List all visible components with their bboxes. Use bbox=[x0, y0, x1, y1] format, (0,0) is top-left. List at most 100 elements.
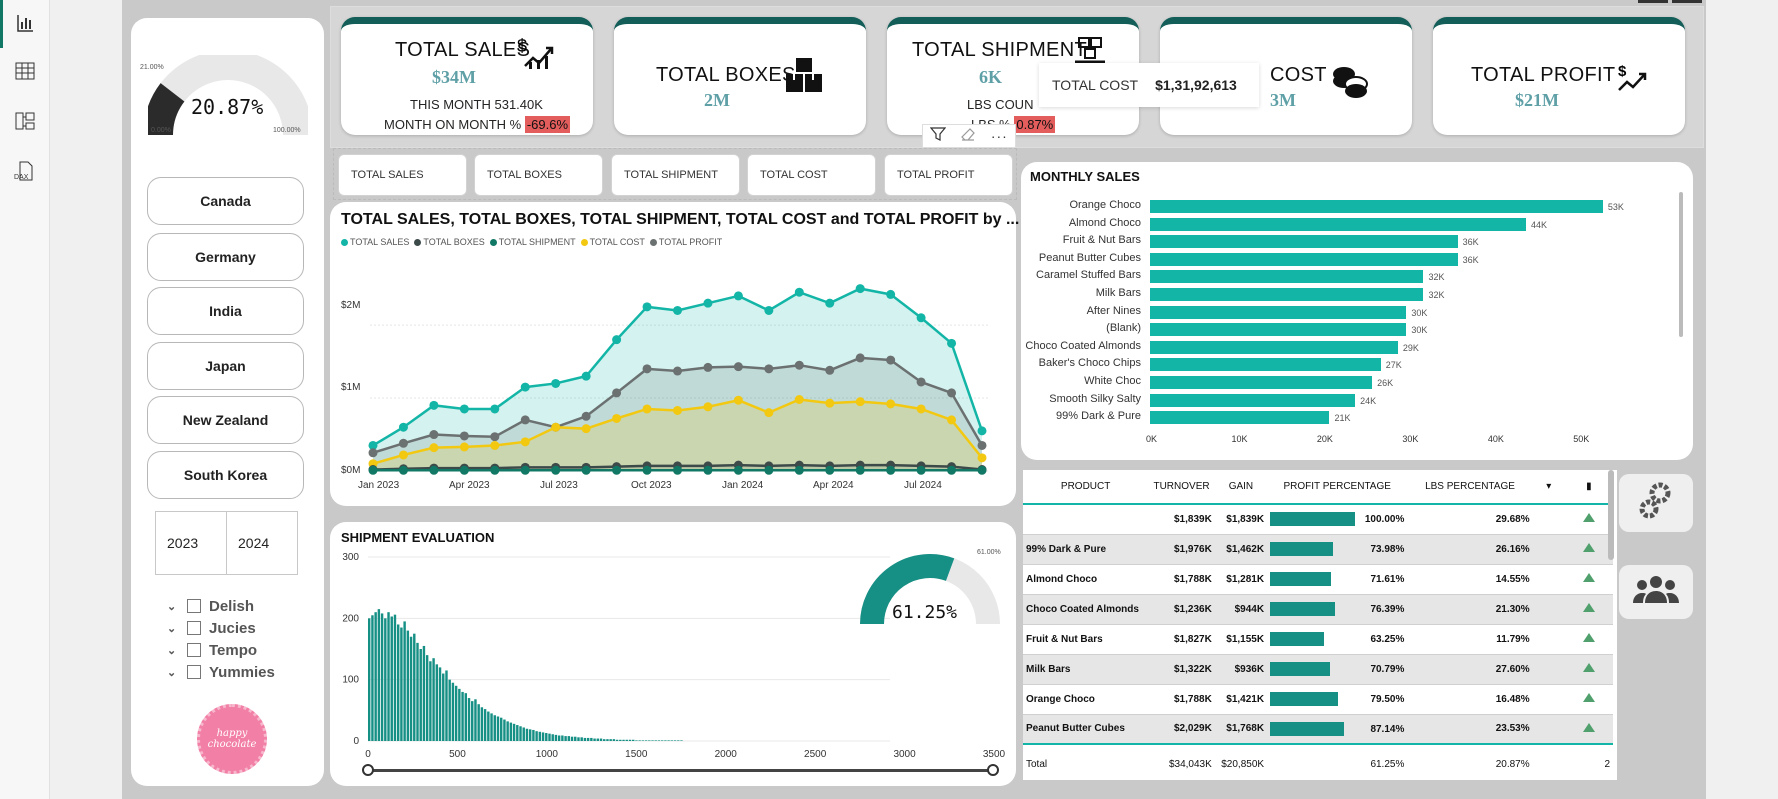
checkbox[interactable] bbox=[187, 621, 201, 635]
table-row[interactable]: Fruit & Nut Bars $1,827K $1,155K 63.25% 11.7… bbox=[1023, 624, 1613, 654]
histogram-bar[interactable] bbox=[593, 738, 596, 741]
histogram-bar[interactable] bbox=[425, 655, 429, 741]
country-button-germany[interactable]: Germany bbox=[147, 233, 304, 281]
histogram-bar[interactable] bbox=[586, 737, 590, 741]
histogram-bar[interactable] bbox=[509, 722, 513, 741]
data-point[interactable] bbox=[398, 422, 408, 432]
histogram-bar[interactable] bbox=[670, 740, 674, 741]
data-point[interactable] bbox=[368, 448, 378, 458]
data-point[interactable] bbox=[429, 443, 439, 453]
data-point[interactable] bbox=[855, 397, 865, 407]
histogram-bar[interactable] bbox=[506, 721, 509, 741]
histogram-bar[interactable] bbox=[567, 736, 571, 741]
data-point[interactable] bbox=[490, 404, 500, 414]
sales-bar[interactable] bbox=[1150, 376, 1373, 389]
data-point[interactable] bbox=[520, 465, 530, 475]
data-point[interactable] bbox=[673, 305, 682, 315]
data-point[interactable] bbox=[764, 465, 774, 475]
histogram-bar[interactable] bbox=[387, 612, 390, 741]
histogram-bar[interactable] bbox=[644, 740, 648, 741]
chevron-down-icon[interactable]: ⌄ bbox=[167, 644, 181, 657]
histogram-bar[interactable] bbox=[667, 740, 670, 741]
data-point[interactable] bbox=[794, 287, 804, 297]
histogram-bar[interactable] bbox=[599, 738, 603, 741]
histogram-bar[interactable] bbox=[368, 618, 371, 741]
histogram-bar[interactable] bbox=[416, 642, 419, 741]
dax-icon[interactable]: DAX bbox=[12, 158, 38, 184]
histogram-bar[interactable] bbox=[554, 734, 558, 741]
sales-bar[interactable] bbox=[1150, 252, 1458, 266]
histogram-bar[interactable] bbox=[377, 609, 381, 741]
histogram-bar[interactable] bbox=[403, 621, 406, 741]
col-turnover[interactable]: TURNOVER bbox=[1148, 470, 1215, 505]
country-button-india[interactable]: India bbox=[147, 287, 304, 335]
window-control[interactable] bbox=[1638, 0, 1668, 3]
table-row[interactable]: Orange Choco $1,788K $1,421K 79.50% 16.48% bbox=[1023, 684, 1613, 714]
data-point[interactable] bbox=[673, 366, 682, 376]
table-scrollbar[interactable] bbox=[1608, 470, 1614, 560]
tree-item-yummies[interactable]: ⌄ Yummies bbox=[167, 662, 275, 682]
histogram-bar[interactable] bbox=[464, 693, 468, 741]
histogram-bar[interactable] bbox=[564, 736, 567, 741]
data-point[interactable] bbox=[551, 465, 561, 475]
col-profit-pct[interactable]: PROFIT PERCENTAGE bbox=[1267, 470, 1408, 505]
data-point[interactable] bbox=[581, 465, 591, 475]
filter-icon[interactable] bbox=[929, 126, 947, 147]
histogram-bar[interactable] bbox=[503, 719, 506, 741]
histogram-bar[interactable] bbox=[429, 661, 432, 741]
data-point[interactable] bbox=[947, 388, 957, 398]
histogram-bar[interactable] bbox=[651, 740, 654, 741]
histogram-bar[interactable] bbox=[677, 740, 680, 741]
data-point[interactable] bbox=[703, 402, 713, 412]
histogram-bar[interactable] bbox=[612, 739, 616, 741]
pin-icon[interactable]: ▮ bbox=[1564, 470, 1613, 505]
range-slider-min-handle[interactable] bbox=[362, 764, 374, 776]
data-point[interactable] bbox=[855, 465, 865, 475]
table-icon[interactable] bbox=[12, 58, 38, 84]
chevron-down-icon[interactable]: ⌄ bbox=[167, 666, 181, 679]
data-point[interactable] bbox=[551, 378, 561, 388]
segment-total-cost[interactable]: TOTAL COST bbox=[747, 154, 876, 196]
year-2023[interactable]: 2023 bbox=[156, 512, 227, 574]
histogram-bar[interactable] bbox=[570, 736, 574, 741]
data-point[interactable] bbox=[733, 291, 743, 301]
data-point[interactable] bbox=[520, 382, 530, 392]
histogram-bar[interactable] bbox=[422, 645, 426, 741]
histogram-bar[interactable] bbox=[371, 615, 374, 741]
data-point[interactable] bbox=[642, 364, 652, 374]
data-point[interactable] bbox=[977, 453, 987, 463]
sales-bar[interactable] bbox=[1150, 323, 1407, 337]
histogram-bar[interactable] bbox=[438, 667, 442, 741]
col-gain[interactable]: GAIN bbox=[1214, 470, 1268, 505]
histogram-bar[interactable] bbox=[535, 731, 538, 741]
histogram-bar[interactable] bbox=[458, 688, 461, 741]
data-point[interactable] bbox=[398, 465, 408, 475]
histogram-bar[interactable] bbox=[609, 739, 612, 741]
sales-bar[interactable] bbox=[1150, 235, 1458, 249]
table-row[interactable]: Almond Choco $1,788K $1,281K 71.61% 14.55% bbox=[1023, 564, 1613, 594]
histogram-bar[interactable] bbox=[625, 739, 628, 741]
histogram-bar[interactable] bbox=[619, 739, 622, 741]
data-point[interactable] bbox=[703, 362, 713, 372]
histogram-bar[interactable] bbox=[393, 614, 397, 741]
data-point[interactable] bbox=[825, 398, 835, 408]
histogram-bar[interactable] bbox=[413, 633, 416, 741]
country-button-new-zealand[interactable]: New Zealand bbox=[147, 396, 304, 444]
histogram-bar[interactable] bbox=[615, 739, 619, 741]
histogram-bar[interactable] bbox=[390, 616, 393, 741]
data-point[interactable] bbox=[733, 362, 743, 372]
tree-item-delish[interactable]: ⌄ Delish bbox=[167, 596, 254, 616]
histogram-bar[interactable] bbox=[406, 630, 410, 741]
histogram-bar[interactable] bbox=[435, 664, 439, 741]
histogram-bar[interactable] bbox=[471, 701, 474, 741]
settings-button[interactable] bbox=[1619, 474, 1693, 532]
data-point[interactable] bbox=[642, 404, 652, 414]
data-point[interactable] bbox=[520, 415, 530, 425]
data-point[interactable] bbox=[916, 465, 926, 475]
team-button[interactable] bbox=[1619, 565, 1693, 619]
data-point[interactable] bbox=[886, 399, 896, 409]
histogram-bar[interactable] bbox=[580, 737, 583, 741]
data-point[interactable] bbox=[703, 298, 713, 308]
histogram-bar[interactable] bbox=[384, 618, 387, 741]
col-product[interactable]: PRODUCT bbox=[1023, 470, 1149, 505]
